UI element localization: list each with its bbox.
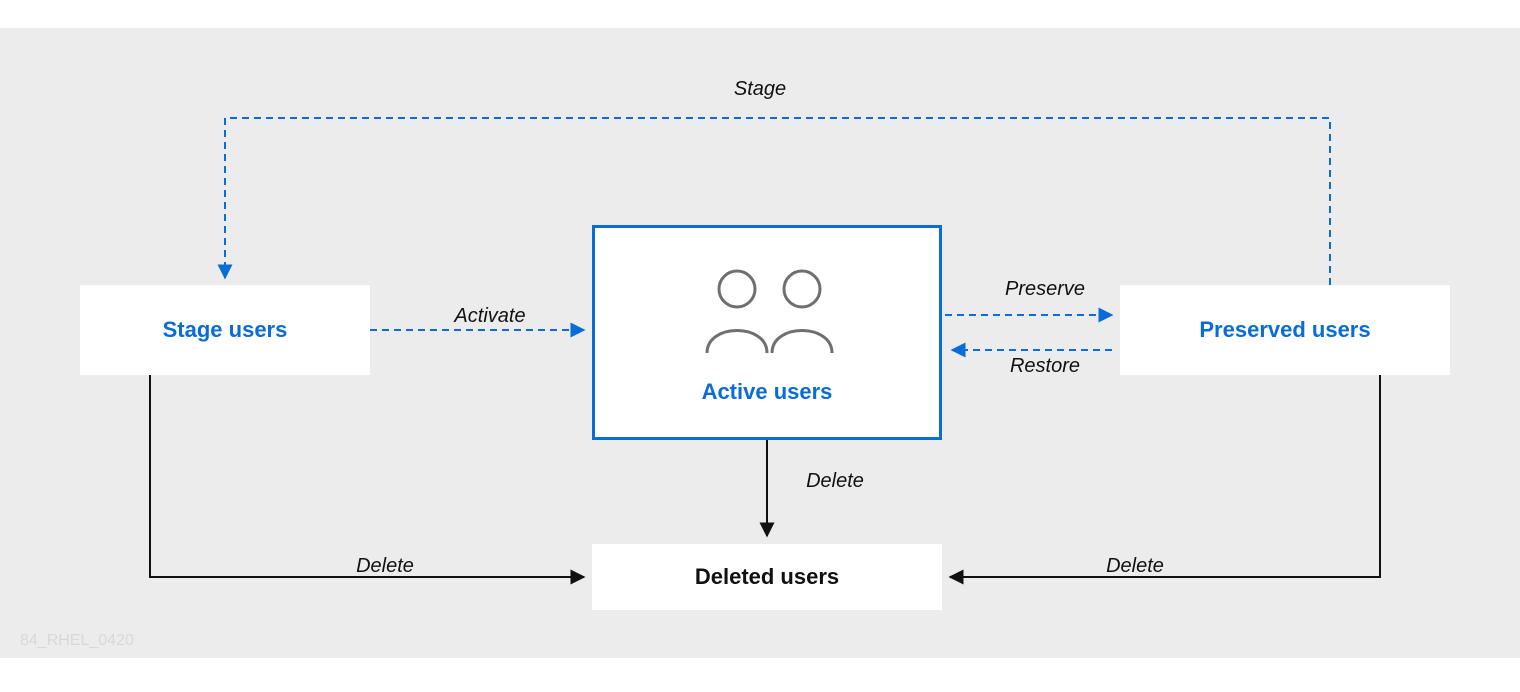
- node-stage-users: Stage users: [80, 285, 370, 375]
- edge-label-stage: Stage: [700, 78, 820, 101]
- edge-label-delete-active: Delete: [775, 470, 895, 493]
- edge-label-activate: Activate: [430, 305, 550, 328]
- edge-label-delete-stage: Delete: [325, 555, 445, 578]
- node-active-users: Active users: [592, 225, 942, 440]
- node-active-users-label: Active users: [702, 379, 833, 405]
- footer-id: 84_RHEL_0420: [20, 632, 134, 650]
- edge-label-restore: Restore: [985, 355, 1105, 378]
- node-stage-users-label: Stage users: [163, 317, 288, 343]
- node-preserved-users-label: Preserved users: [1199, 317, 1370, 343]
- node-preserved-users: Preserved users: [1120, 285, 1450, 375]
- edge-label-delete-preserved: Delete: [1075, 555, 1195, 578]
- node-deleted-users-label: Deleted users: [695, 564, 839, 590]
- node-deleted-users: Deleted users: [592, 544, 942, 610]
- diagram-canvas: Stage users Active users Preserved users…: [0, 0, 1520, 692]
- edge-label-preserve: Preserve: [985, 278, 1105, 301]
- users-icon: [687, 261, 847, 361]
